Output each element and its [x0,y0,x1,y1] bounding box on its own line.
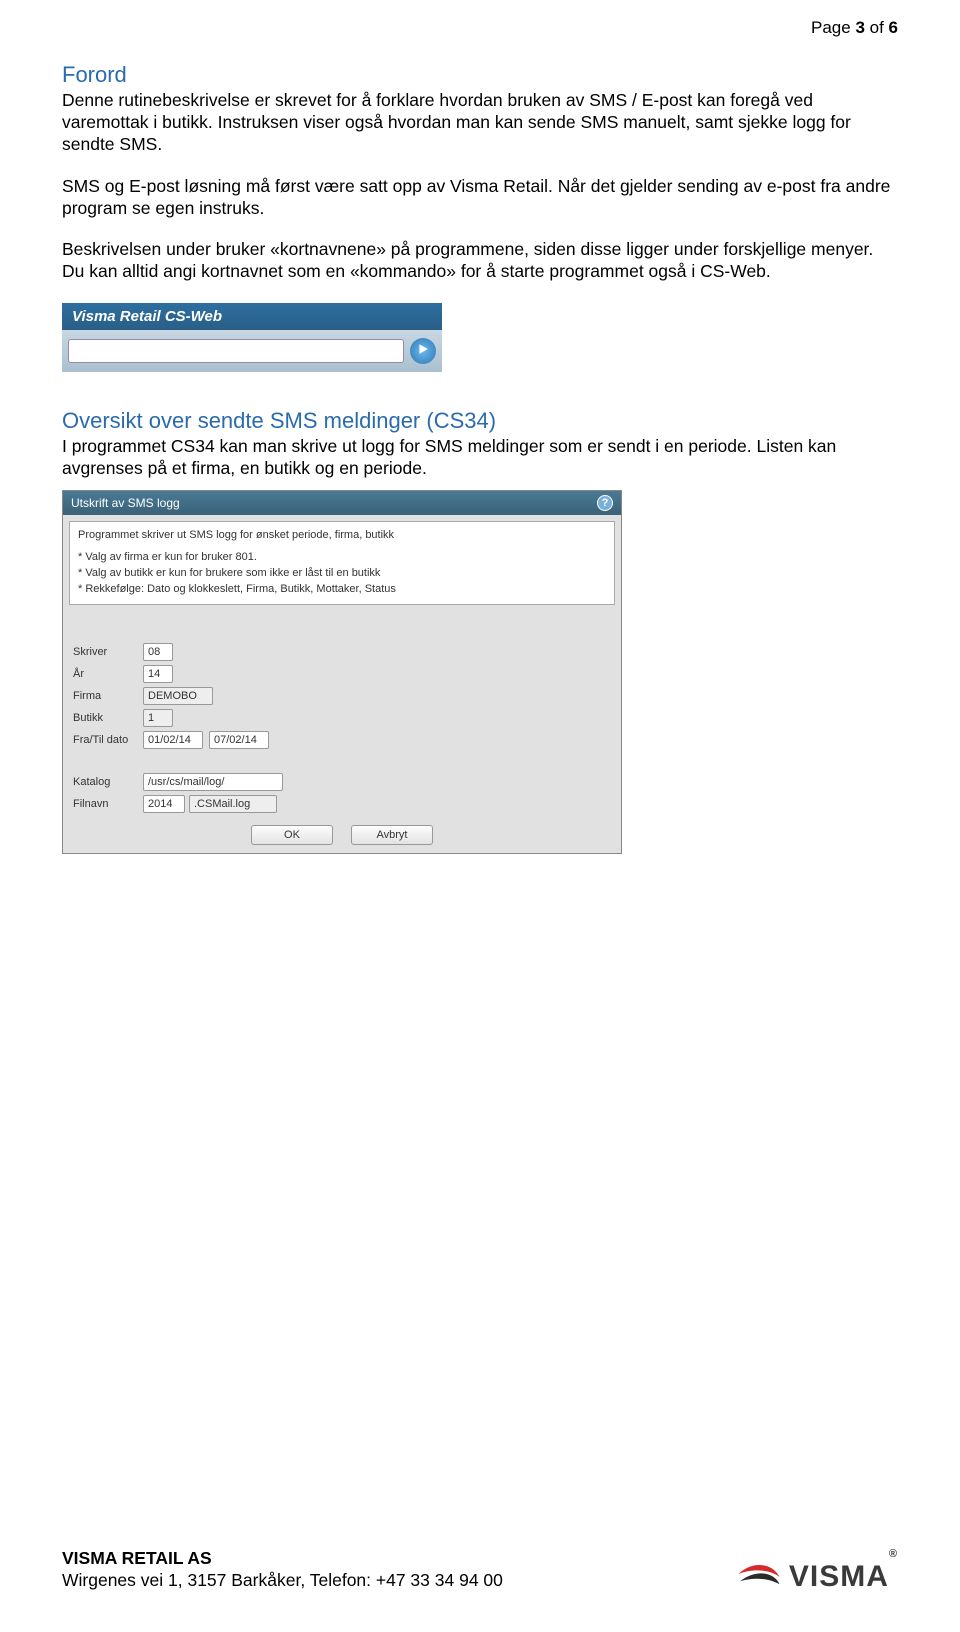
input-butikk[interactable]: 1 [143,709,173,727]
footer-text: VISMA RETAIL AS Wirgenes vei 1, 3157 Bar… [62,1548,503,1592]
play-icon [417,342,429,360]
input-filnavn-year[interactable]: 2014 [143,795,185,813]
info-line-1: * Valg av firma er kun for bruker 801. [78,550,606,566]
info-line-2: * Valg av butikk er kun for brukere som … [78,566,606,582]
info-lead: Programmet skriver ut SMS logg for ønske… [78,528,606,544]
input-aar[interactable]: 14 [143,665,173,683]
csweb-command-input[interactable] [68,339,404,363]
ok-button[interactable]: OK [251,825,333,845]
label-butikk: Butikk [73,712,143,724]
info-line-3: * Rekkefølge: Dato og klokkeslett, Firma… [78,582,606,598]
logo-text: VISMA [789,1560,889,1593]
forord-p2: SMS og E-post løsning må først være satt… [62,176,898,220]
page-mid: of [865,18,889,37]
label-filnavn: Filnavn [73,798,143,810]
forord-p3: Beskrivelsen under bruker «kortnavnene» … [62,239,898,283]
oversikt-p: I programmet CS34 kan man skrive ut logg… [62,436,898,480]
input-firma[interactable]: DEMOBO [143,687,213,705]
avbryt-button[interactable]: Avbryt [351,825,433,845]
help-icon[interactable]: ? [597,495,613,511]
swoosh-icon [737,1559,781,1594]
forord-p1: Denne rutinebeskrivelse er skrevet for å… [62,90,898,156]
input-fra-dato[interactable]: 01/02/14 [143,731,203,749]
footer-company: VISMA RETAIL AS [62,1548,503,1570]
label-skriver: Skriver [73,646,143,658]
label-fratil: Fra/Til dato [73,734,143,746]
dialog-title: Utskrift av SMS logg [71,496,180,510]
registered-icon: ® [889,1548,898,1560]
input-katalog[interactable]: /usr/cs/mail/log/ [143,773,283,791]
play-button[interactable] [410,338,436,364]
heading-forord: Forord [62,62,898,88]
input-filnavn-ext: .CSMail.log [189,795,277,813]
label-firma: Firma [73,690,143,702]
csweb-title: Visma Retail CS-Web [62,303,442,330]
smslogg-dialog: Utskrift av SMS logg ? Programmet skrive… [62,490,622,854]
visma-logo: VISMA® [737,1559,898,1594]
dialog-titlebar: Utskrift av SMS logg ? [63,491,621,515]
csweb-body [62,330,442,372]
label-aar: År [73,668,143,680]
heading-oversikt: Oversikt over sendte SMS meldinger (CS34… [62,408,898,434]
page-prefix: Page [811,18,855,37]
page-current: 3 [855,18,864,37]
csweb-panel: Visma Retail CS-Web [62,303,442,372]
input-til-dato[interactable]: 07/02/14 [209,731,269,749]
logo-word: VISMA® [789,1560,898,1594]
label-katalog: Katalog [73,776,143,788]
footer-addr: Wirgenes vei 1, 3157 Barkåker, Telefon: … [62,1570,503,1592]
page-total: 6 [889,18,898,37]
form-body: Skriver 08 År 14 Firma DEMOBO Butikk 1 F… [63,611,621,845]
dialog-infobox: Programmet skriver ut SMS logg for ønske… [69,521,615,605]
page-number: Page 3 of 6 [811,18,898,38]
input-skriver[interactable]: 08 [143,643,173,661]
